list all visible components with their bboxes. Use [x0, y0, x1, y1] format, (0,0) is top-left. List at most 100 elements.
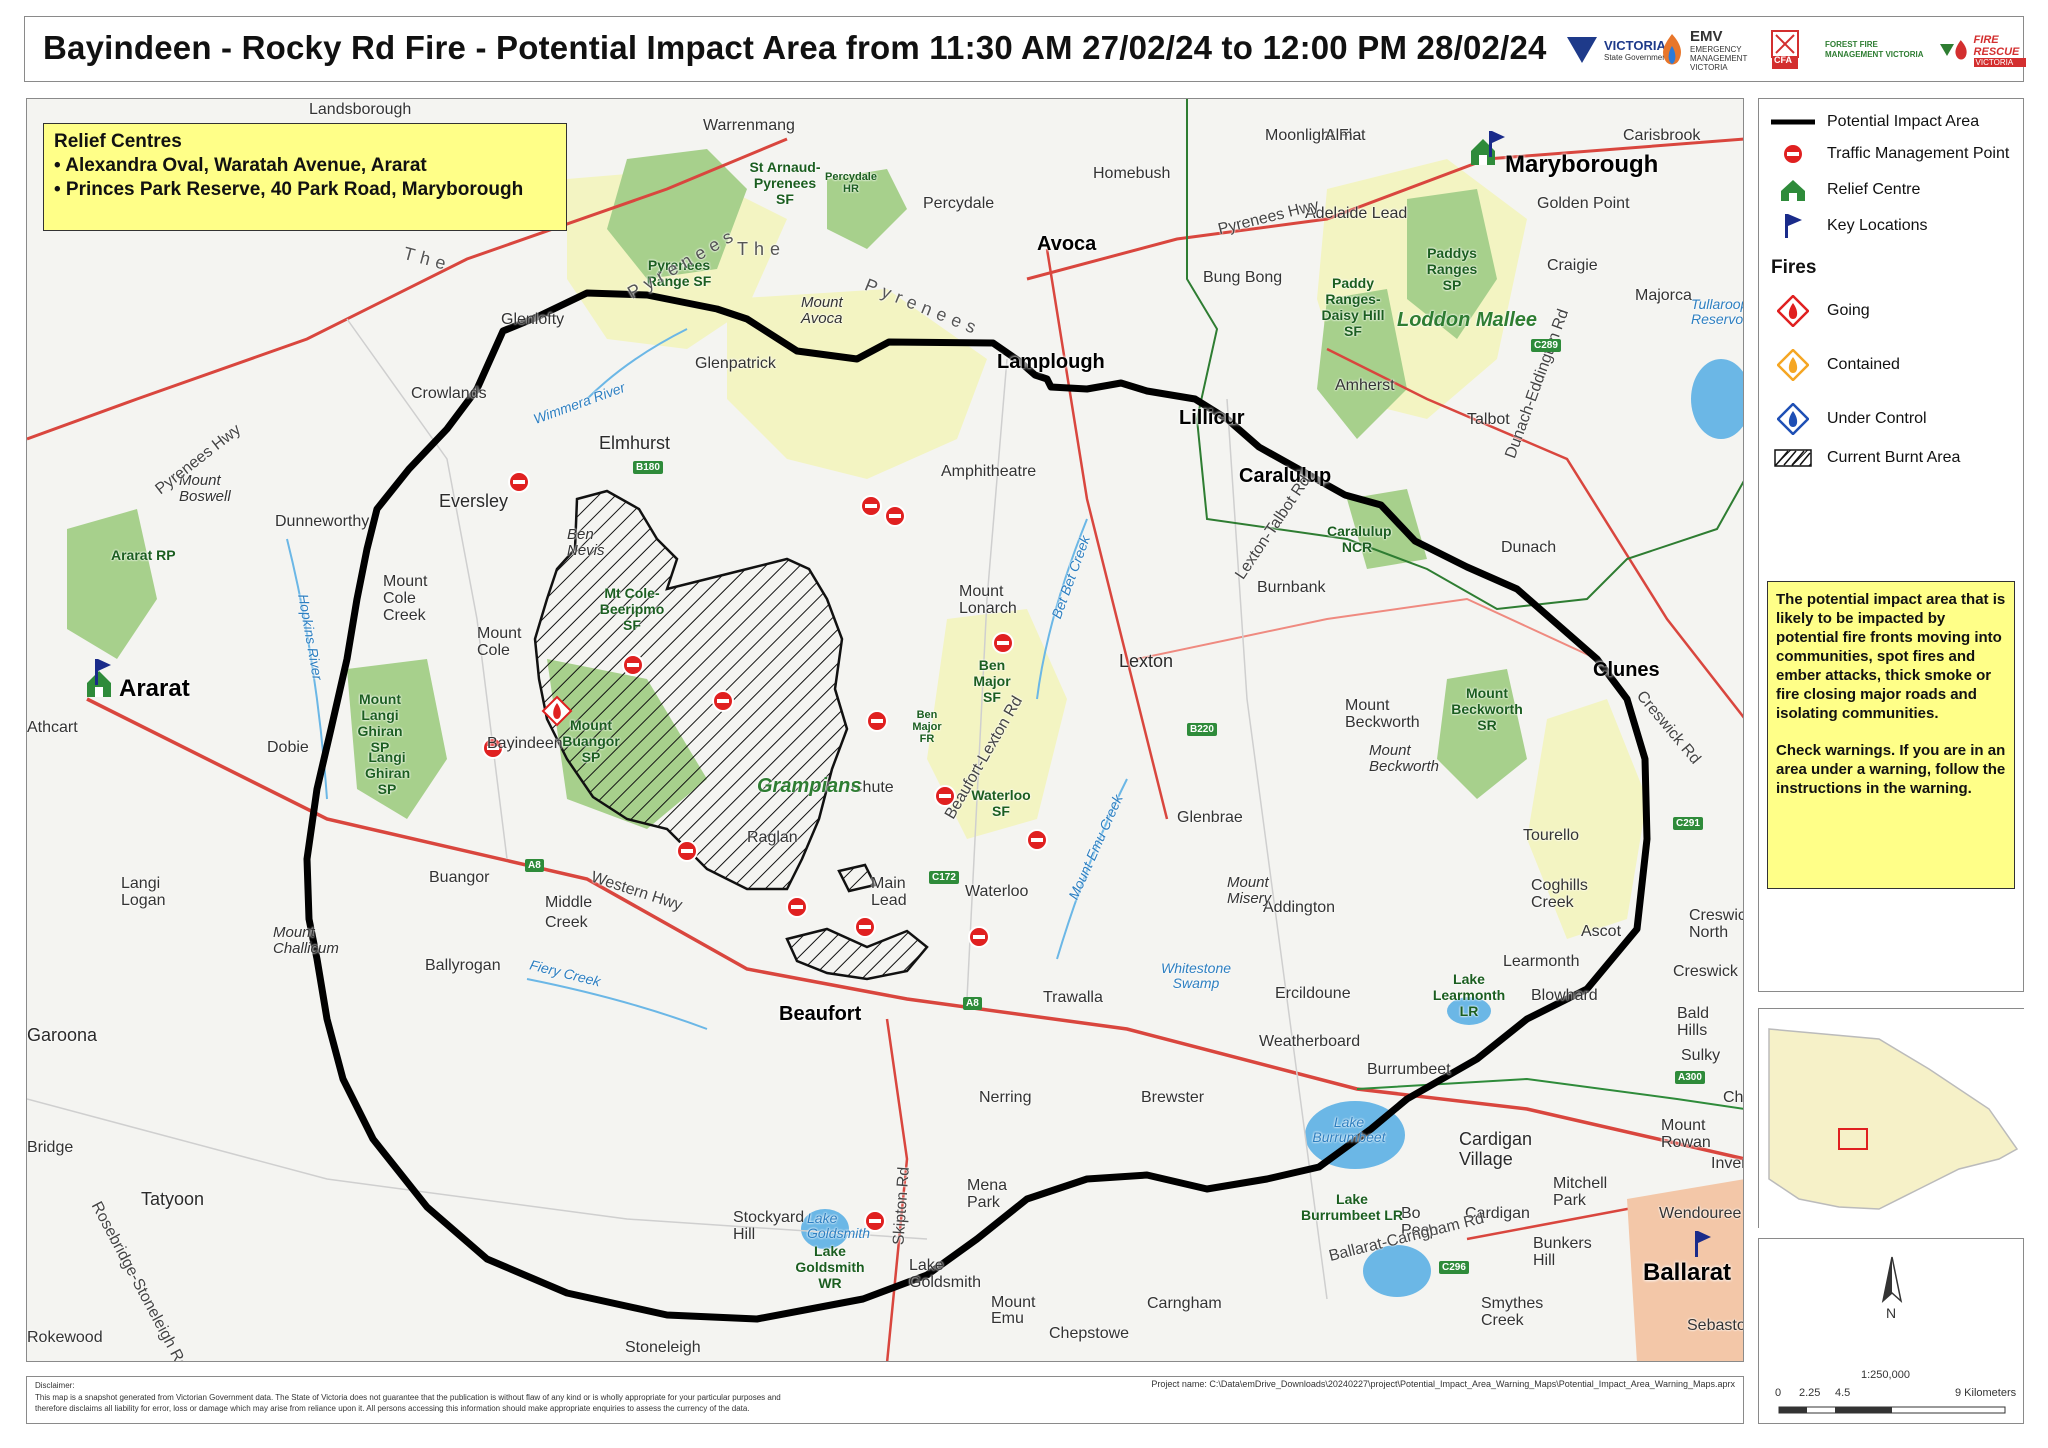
label-town: Garoona: [27, 1025, 98, 1045]
victoria-outline: [1759, 1009, 2025, 1229]
route-shield: C289: [1531, 339, 1561, 352]
legend-impact-area: Potential Impact Area: [1771, 113, 1979, 131]
info-paragraph: Check warnings. If you are in an area un…: [1776, 742, 2006, 797]
label-town: Talbot: [1467, 411, 1510, 428]
label-town: Carngham: [1147, 1295, 1222, 1312]
label-park: Mount Buangor SP: [562, 717, 620, 765]
label-town: Bunkers Hill: [1533, 1235, 1592, 1269]
map-view[interactable]: Relief Centres • Alexandra Oval, Waratah…: [26, 98, 1744, 1362]
label-town: Ballyrogan: [425, 957, 501, 974]
label-town: Chepstowe: [1049, 1325, 1130, 1342]
label-town: Ascot: [1581, 923, 1622, 940]
label-town: Stockyard Hill: [733, 1209, 805, 1243]
label-town: Mitchell Park: [1553, 1175, 1608, 1209]
label-town: Stoneleigh: [625, 1339, 701, 1356]
route-shield: A8: [963, 997, 982, 1010]
label-town: Amherst: [1335, 377, 1395, 394]
label-park: Ben Nevis: [567, 526, 605, 559]
label-town: Bridge: [27, 1139, 74, 1156]
label-town: Percydale: [923, 195, 995, 212]
label-town: Burrumbeet: [1367, 1061, 1451, 1078]
ffmv-triangle-icon: [1940, 44, 1954, 56]
label-town: Langi Logan: [121, 875, 166, 909]
label-town: Burnbank: [1257, 579, 1326, 596]
label-lamplough: Lamplough: [997, 351, 1105, 373]
label-town: Mount Emu: [991, 1294, 1036, 1327]
label-town: Blowhard: [1531, 987, 1598, 1004]
label-town: Craigie: [1547, 257, 1598, 274]
scale-ratio: 1:250,000: [1861, 1369, 1910, 1381]
label-mount: Mount Misery: [1227, 874, 1272, 907]
ffmv-logo: FOREST FIRE MANAGEMENT VICTORIA: [1825, 27, 1954, 73]
label-town: Creswick: [1673, 963, 1738, 980]
label-town: Ercildoune: [1275, 985, 1351, 1002]
locator-inset: [1758, 1008, 2025, 1229]
project-name: Project name: C:\Data\emDrive_Downloads\…: [1151, 1379, 1735, 1389]
relief-centres-box: Relief Centres • Alexandra Oval, Waratah…: [43, 123, 567, 231]
map-title: Bayindeen - Rocky Rd Fire - Potential Im…: [43, 29, 1547, 66]
fire-going-icon: [1777, 295, 1809, 327]
label-town: Brewster: [1141, 1089, 1205, 1106]
label-maryborough: Maryborough: [1505, 151, 1659, 178]
label-town: Nerring: [979, 1089, 1032, 1106]
scale-tick: 0: [1775, 1387, 1782, 1399]
label-town: Mena Park: [967, 1177, 1008, 1211]
label-water: Tullaroop Reservoir: [1691, 296, 1744, 327]
label-beaufort: Beaufort: [779, 1003, 862, 1025]
label-town: Golden Point: [1537, 195, 1630, 212]
hatch-icon: [1774, 449, 1812, 467]
label-range: The: [737, 239, 787, 259]
scale-tick: 2.25: [1799, 1387, 1821, 1399]
label-mount: Mount Avoca: [801, 294, 843, 327]
label-town: Bung Bong: [1203, 269, 1283, 286]
house-icon: [1781, 180, 1805, 201]
label-town: Main Lead: [871, 875, 907, 909]
label-town: Coghills Creek: [1531, 877, 1588, 911]
info-paragraph: The potential impact area that is likely…: [1776, 591, 2006, 722]
label-mount: Mount Beckworth: [1369, 742, 1440, 775]
label-ballarat: Ballarat: [1643, 1259, 1732, 1286]
label-town: Mount Cole Creek: [383, 573, 428, 624]
label-town: Mount Lonarch: [959, 583, 1017, 617]
label-town: Glenpatrick: [695, 355, 776, 372]
label-park: Percydale HR: [825, 171, 877, 195]
label-town: Learmonth: [1503, 953, 1580, 970]
label-town: Wendouree: [1659, 1205, 1742, 1222]
label-town: Cardigan Village: [1459, 1129, 1533, 1169]
label-town: Weatherboard: [1259, 1033, 1361, 1050]
emv-logo: EMV EMERGENCY MANAGEMENT VICTORIA: [1659, 27, 1760, 73]
label-town: Athcart: [27, 719, 78, 736]
label-town: Creswick North: [1689, 907, 1743, 941]
fire-under-control-icon: [1777, 403, 1809, 435]
victoria-triangle-icon: [1567, 37, 1597, 63]
label-water: Whitestone Swamp: [1161, 960, 1232, 991]
label-park: Lake Goldsmith WR: [795, 1243, 865, 1291]
label-park: Paddys Ranges SP: [1426, 245, 1478, 293]
label-town: Glenbrae: [1177, 809, 1243, 826]
label-water: Lake Burrumbeet: [1312, 1114, 1386, 1145]
legend-fire-going: Going: [1771, 295, 1870, 327]
disclaimer-box: Disclaimer: This map is a snapshot gener…: [26, 1376, 1744, 1424]
label-town: Amphitheatre: [941, 463, 1037, 480]
disclaimer-text: therefore disclaims all liability for er…: [35, 1404, 750, 1413]
label-town: Tatyoon: [141, 1189, 205, 1209]
label-town: Alma: [1325, 127, 1362, 144]
label-park: Paddy Ranges-Daisy Hill SF: [1321, 275, 1385, 339]
scale-tick: 4.5: [1835, 1387, 1851, 1399]
label-town: Landsborough: [309, 101, 412, 118]
scale-tick: 9 Kilometers: [1955, 1387, 2017, 1399]
label-park: Lake Burrumbeet LR: [1301, 1191, 1403, 1223]
title-bar: Bayindeen - Rocky Rd Fire - Potential Im…: [24, 16, 2026, 82]
label-park: Langi Ghiran SP: [365, 749, 411, 797]
label-town: Middle Creek: [545, 894, 593, 931]
legend-traffic-point: Traffic Management Point: [1771, 143, 2009, 165]
map-legend: Potential Impact Area Traffic Management…: [1758, 98, 2024, 992]
label-town: Bayindeen: [487, 735, 563, 752]
impact-info-box: The potential impact area that is likely…: [1767, 581, 2015, 889]
label-lexton: Lexton: [1119, 651, 1174, 671]
legend-key-locations: Key Locations: [1771, 213, 1928, 239]
cfa-logo: CFA: [1771, 27, 1799, 73]
label-park: Waterloo SF: [971, 787, 1031, 819]
label-region: Loddon Mallee: [1397, 309, 1537, 331]
frv-flame-icon: [1955, 40, 1967, 60]
